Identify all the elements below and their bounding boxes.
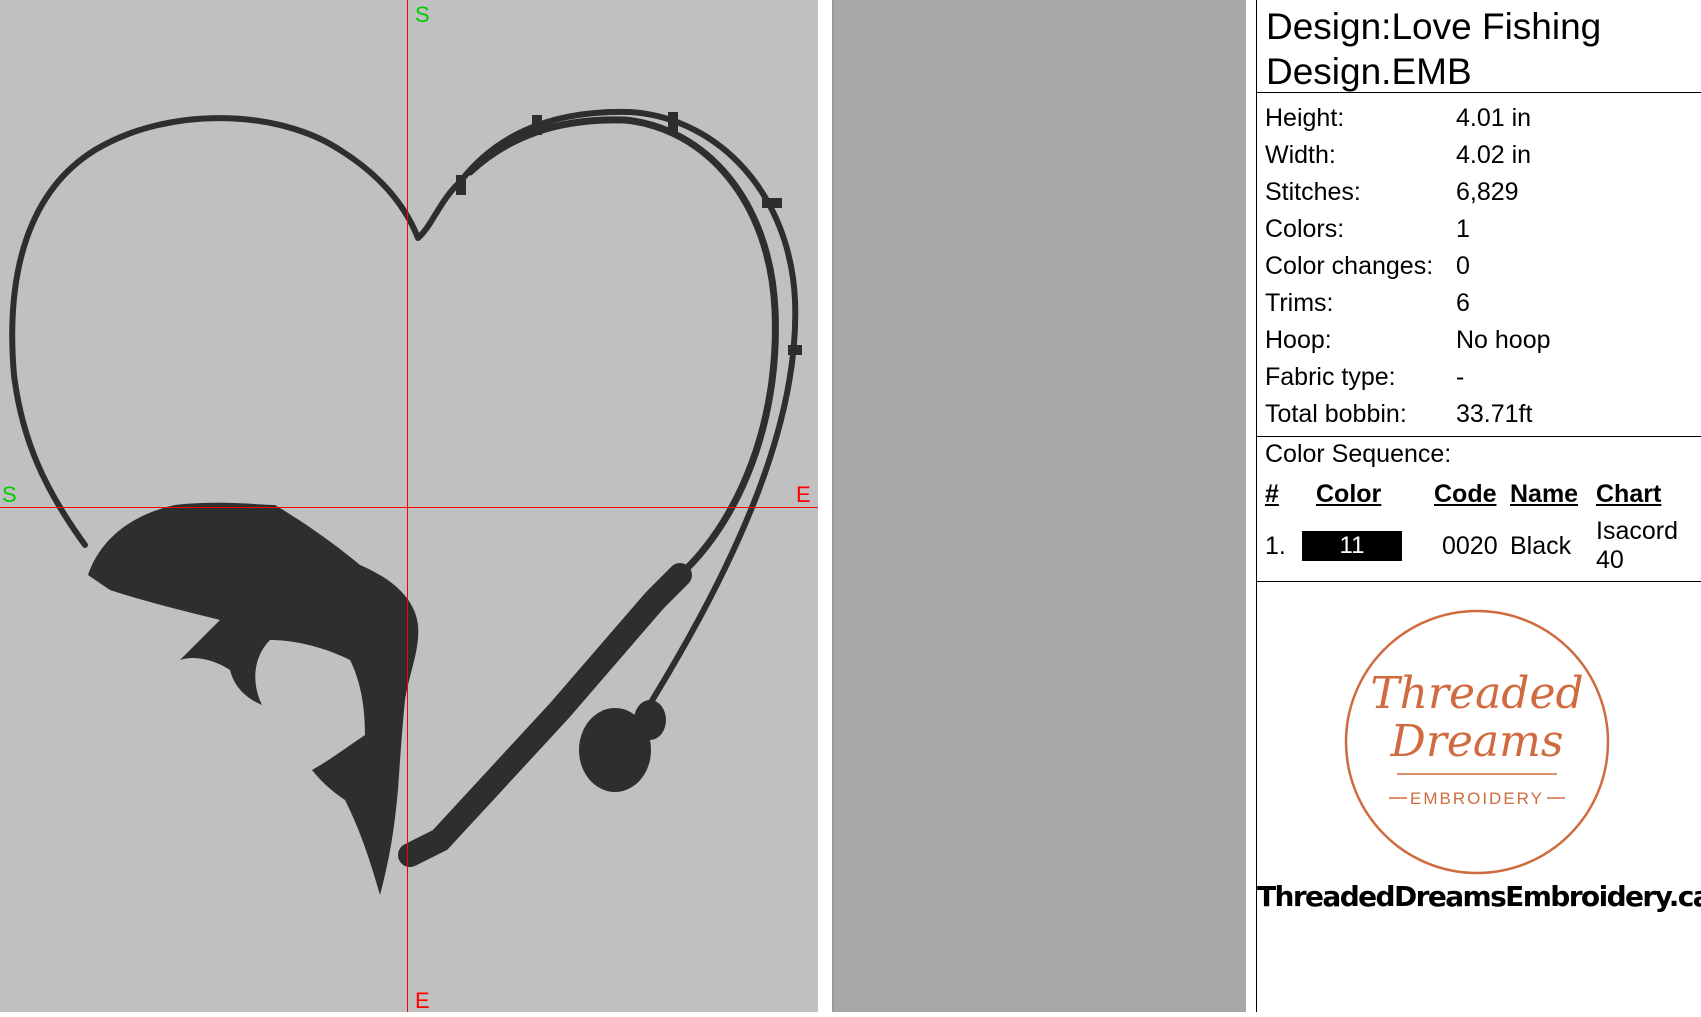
stat-row: Height: 4.01 in: [1257, 100, 1701, 137]
fish: [88, 502, 419, 895]
divider: [1257, 581, 1701, 582]
stat-label: Trims:: [1265, 289, 1334, 317]
row-num: 1.: [1265, 531, 1286, 560]
design-canvas[interactable]: S S E E: [0, 0, 818, 1013]
stat-label: Total bobbin:: [1265, 400, 1407, 428]
table-row: 1. 11 0020 Black Isacord 40: [1257, 515, 1701, 577]
color-swatch: 11: [1302, 531, 1402, 561]
axis-label-left: S: [2, 482, 17, 507]
col-num: #: [1265, 479, 1279, 508]
stat-label: Hoop:: [1265, 326, 1332, 354]
heart-outline: [9, 115, 421, 548]
stat-row: Colors: 1: [1257, 211, 1701, 248]
stat-row: Width: 4.02 in: [1257, 137, 1701, 174]
canvas-border: [818, 0, 834, 1012]
stat-value: 1: [1456, 215, 1470, 243]
stat-value: No hoop: [1456, 326, 1551, 354]
stat-label: Colors:: [1265, 215, 1345, 243]
stat-row: Total bobbin: 33.71ft: [1257, 396, 1701, 433]
stat-value: 33.71ft: [1456, 400, 1533, 428]
design-name: Design:Love Fishing: [1266, 6, 1602, 47]
stat-row: Stitches: 6,829: [1257, 174, 1701, 211]
stats-list: Height: 4.01 in Width: 4.02 in Stitches: 6,82…: [1257, 93, 1701, 436]
axis-label-top: S: [415, 2, 430, 27]
row-name: Black: [1510, 531, 1572, 560]
col-code: Code: [1434, 479, 1497, 508]
horizontal-axis: [0, 507, 818, 508]
stat-label: Width:: [1265, 141, 1336, 169]
stat-label: Height:: [1265, 104, 1345, 132]
stat-value: 6,829: [1456, 178, 1519, 206]
stat-value: 4.02 in: [1456, 141, 1532, 169]
axis-label-right: E: [796, 482, 811, 507]
design-filename: Design.EMB: [1266, 51, 1472, 92]
vertical-axis: [407, 0, 408, 1012]
logo-line1: Threaded: [1370, 668, 1583, 719]
design-info-panel: Design:Love Fishing Design.EMB Height: 4.…: [1256, 0, 1701, 1012]
col-color: Color: [1316, 479, 1382, 508]
stat-row: Trims: 6: [1257, 285, 1701, 322]
stat-label: Color changes:: [1265, 252, 1434, 280]
workspace-background: [834, 0, 1246, 1012]
website-url: ThreadedDreamsEmbroidery.ca: [1257, 880, 1701, 913]
color-sequence-header: # Color Code Name Chart: [1257, 473, 1701, 515]
color-sequence-title: Color Sequence:: [1265, 440, 1452, 468]
threaded-dreams-logo: Threaded Dreams EMBROIDERY: [1344, 609, 1610, 875]
design-title: Design:Love Fishing Design.EMB: [1257, 0, 1701, 92]
stat-value: 0: [1456, 252, 1470, 280]
row-chart: Isacord 40: [1596, 517, 1678, 574]
stat-row: Fabric type: -: [1257, 359, 1701, 396]
embroidery-preview: [9, 108, 802, 895]
axis-label-bottom: E: [415, 988, 430, 1013]
col-name: Name: [1510, 479, 1579, 508]
stat-label: Stitches:: [1265, 178, 1361, 206]
stat-row: Hoop: No hoop: [1257, 322, 1701, 359]
logo-line2: Dreams: [1390, 716, 1564, 767]
logo-line3: EMBROIDERY: [1410, 789, 1544, 808]
stat-value: -: [1456, 363, 1465, 391]
col-chart: Chart: [1596, 479, 1662, 508]
stat-row: Color changes: 0: [1257, 248, 1701, 285]
row-code: 0020: [1442, 531, 1498, 560]
stat-value: 6: [1456, 289, 1470, 317]
stat-value: 4.01 in: [1456, 104, 1532, 132]
color-sequence-table: # Color Code Name Chart 1. 11 0020 Black…: [1257, 473, 1701, 577]
stat-label: Fabric type:: [1265, 363, 1396, 391]
panel-gutter: [1246, 0, 1256, 1012]
